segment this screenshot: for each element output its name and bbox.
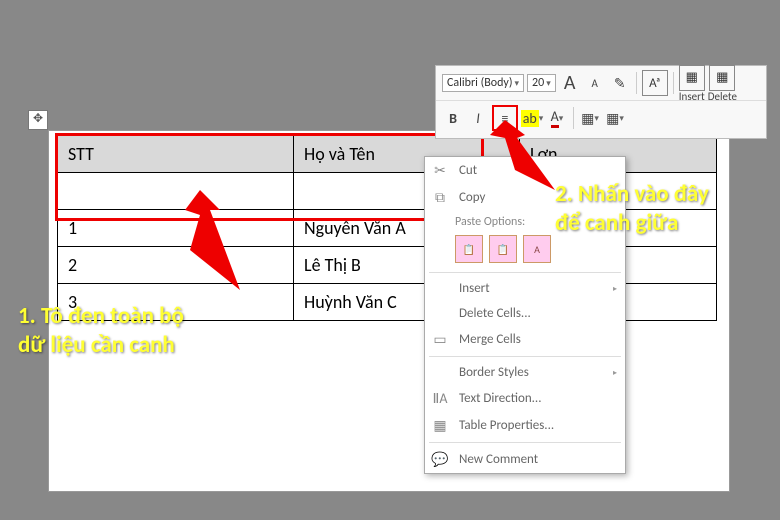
arrow-step2 <box>475 120 575 215</box>
bold-button[interactable]: B <box>442 107 464 129</box>
properties-icon: ▦ <box>431 417 449 434</box>
format-painter-button[interactable]: ✎ <box>609 72 631 94</box>
menu-insert[interactable]: Insert▸ <box>425 276 625 301</box>
menu-table-properties[interactable]: ▦Table Properties... <box>425 412 625 439</box>
paste-merge-formatting[interactable]: 📋 <box>489 235 517 263</box>
menu-border-styles[interactable]: Border Styles▸ <box>425 360 625 385</box>
paste-text-only[interactable]: A <box>523 235 551 263</box>
col-header-stt[interactable]: STT <box>58 136 294 173</box>
table-move-handle[interactable]: ✥ <box>28 110 48 130</box>
merge-icon: ▭ <box>431 331 449 348</box>
styles-icon[interactable]: Aᵃ <box>642 70 668 96</box>
copy-icon: ⧉ <box>431 189 449 206</box>
shrink-font-button[interactable]: A <box>584 72 606 94</box>
text-direction-icon: ⅡA <box>431 390 449 407</box>
delete-button[interactable]: ▦ <box>709 65 735 91</box>
annotation-step2: 2. Nhấn vào đây để canh giữa <box>555 180 709 238</box>
font-name-select[interactable]: Calibri (Body)▾ <box>442 74 524 92</box>
borders-button[interactable]: ▦▾ <box>604 107 626 129</box>
comment-icon: 💬 <box>431 451 449 468</box>
shading-button[interactable]: ▦▾ <box>579 107 601 129</box>
font-size-select[interactable]: 20▾ <box>527 74 556 92</box>
menu-delete-cells[interactable]: Delete Cells... <box>425 301 625 326</box>
menu-text-direction[interactable]: ⅡAText Direction... <box>425 385 625 412</box>
menu-merge-cells[interactable]: ▭Merge Cells <box>425 326 625 353</box>
menu-new-comment[interactable]: 💬New Comment <box>425 446 625 473</box>
paste-keep-formatting[interactable]: 📋 <box>455 235 483 263</box>
grow-font-button[interactable]: A <box>559 72 581 94</box>
insert-button[interactable]: ▦ <box>679 65 705 91</box>
scissors-icon: ✂ <box>431 162 449 179</box>
arrow-step1 <box>130 190 250 315</box>
